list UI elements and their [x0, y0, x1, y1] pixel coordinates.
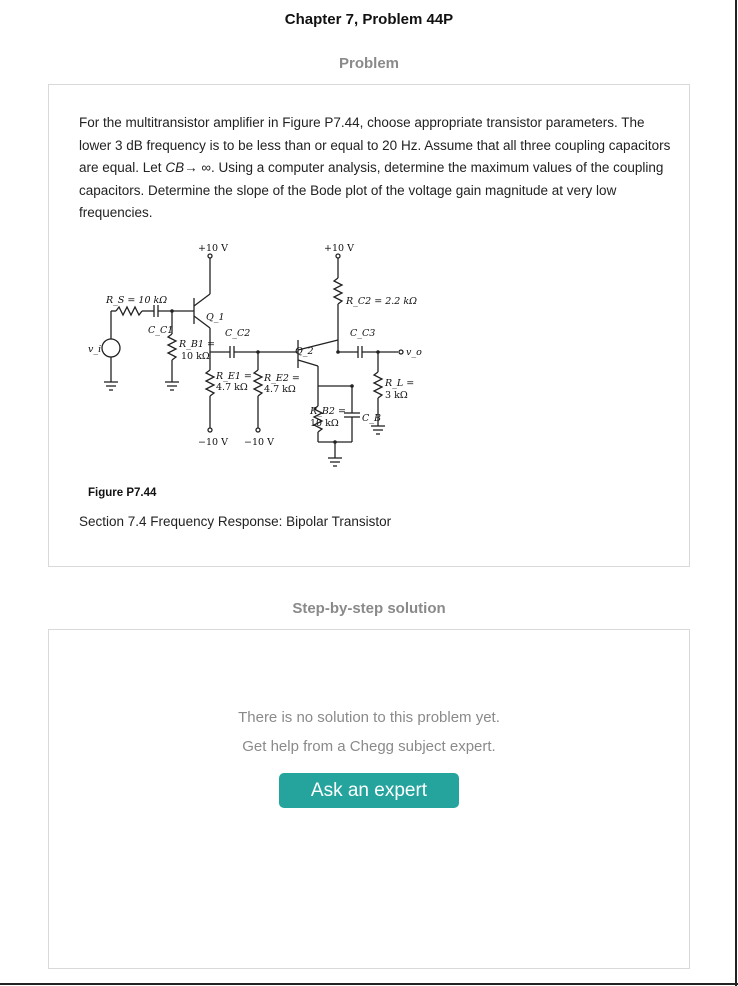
re1-label-line2: 4.7 kΩ — [216, 382, 248, 393]
window-right-edge — [735, 0, 737, 986]
rs-label: R_S = 10 kΩ — [105, 295, 167, 306]
page-title: Chapter 7, Problem 44P — [284, 11, 454, 28]
cc1-label: C_C1 — [148, 325, 173, 336]
vo-label: v_o — [406, 347, 422, 358]
vi-label: v_i — [88, 344, 101, 355]
vee1-label: −10 V — [198, 437, 228, 448]
rb1-label-line1: R_B1 = — [178, 339, 215, 350]
re2-label-line1: R_E2 = — [263, 373, 300, 384]
circuit-figure: +10 V +10 V R_S = 10 kΩ C_C1 Q_1 C_C2 R_… — [88, 243, 422, 467]
cc3-label: C_C3 — [350, 328, 375, 339]
re2-label-line2: 4.7 kΩ — [264, 384, 296, 395]
re1-label-line1: R_E1 = — [215, 371, 252, 382]
vcc1-label: +10 V — [198, 243, 228, 254]
get-help-text: Get help from a Chegg subject expert. — [242, 738, 496, 755]
section-reference: Section 7.4 Frequency Response: Bipolar … — [79, 514, 392, 529]
problem-statement: For the multitransistor amplifier in Fig… — [79, 112, 679, 225]
rb1-label-line2: 10 kΩ — [181, 351, 210, 362]
cb-label: C_B — [362, 413, 381, 424]
figure-caption: Figure P7.44 — [88, 487, 157, 499]
rl-label-line2: 3 kΩ — [385, 390, 408, 401]
q2-label: Q_2 — [295, 346, 314, 357]
vee2-label: −10 V — [244, 437, 274, 448]
window-bottom-edge — [0, 983, 738, 985]
solution-heading: Step-by-step solution — [292, 600, 446, 617]
rc2-label: R_C2 = 2.2 kΩ — [345, 296, 417, 307]
q1-label: Q_1 — [206, 312, 225, 323]
rb2-label-line2: 10 kΩ — [310, 418, 339, 429]
rb2-label-line1: R_B2 = — [309, 406, 346, 417]
cc2-label: C_C2 — [225, 328, 250, 339]
rl-label-line1: R_L = — [384, 378, 414, 389]
no-solution-text: There is no solution to this problem yet… — [238, 709, 500, 726]
vcc2-label: +10 V — [324, 243, 354, 254]
cb-symbol: CB — [165, 160, 185, 175]
ask-an-expert-button[interactable]: Ask an expert — [279, 773, 459, 808]
problem-heading: Problem — [338, 55, 399, 72]
